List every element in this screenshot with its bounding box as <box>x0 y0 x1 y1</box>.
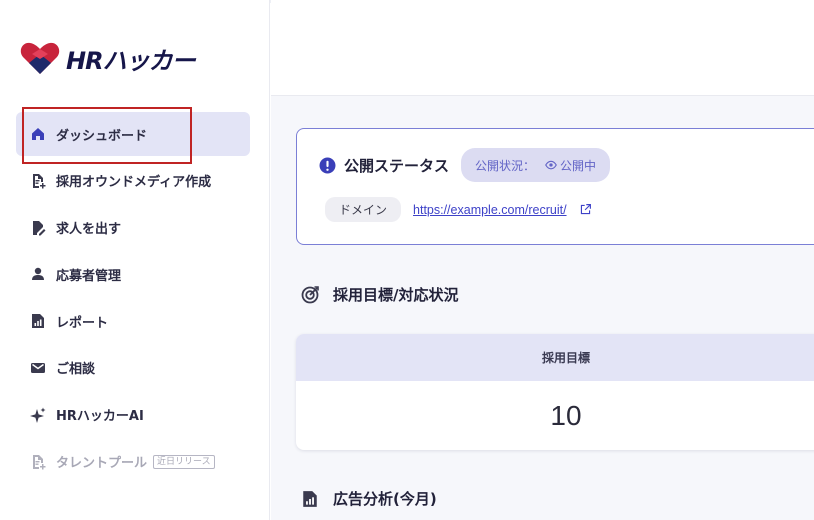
status-pill-value-group: 公開中 <box>545 157 596 174</box>
status-title-row: 公開ステータス 公開状況： 公開中 <box>319 148 611 182</box>
sidebar-item-label: 求人を出す <box>56 222 122 238</box>
publish-status-card: 公開ステータス 公開状況： 公開中 ドメイン https://example.c… <box>296 128 814 245</box>
sidebar-item-label: タレントプール <box>56 456 148 472</box>
sidebar-item-report[interactable]: レポート <box>16 299 250 343</box>
external-link-icon[interactable] <box>579 203 592 216</box>
hiring-goal-card: 採用目標 10 <box>296 334 814 450</box>
ads-section-title: 広告分析(今月) <box>301 488 437 509</box>
goal-header-text: 採用目標 <box>541 351 590 365</box>
highlight-annotation <box>22 107 192 164</box>
status-pill-value: 公開中 <box>560 158 597 173</box>
domain-label: ドメイン <box>325 197 402 222</box>
main-header <box>271 0 814 96</box>
eye-icon <box>545 159 557 171</box>
main-content: 公開ステータス 公開状況： 公開中 ドメイン https://example.c… <box>271 0 814 520</box>
goal-header: 採用目標 <box>296 334 814 381</box>
sidebar-item-label: 採用オウンドメディア作成 <box>56 175 212 191</box>
goal-value: 10 <box>296 381 814 450</box>
sidebar-item-talent-pool: タレントプール 近日リリース <box>16 440 250 484</box>
goals-title-text: 採用目標/対応状況 <box>333 286 459 304</box>
sidebar-item-consult[interactable]: ご相談 <box>16 346 250 390</box>
status-title: 公開ステータス <box>344 156 450 175</box>
report-chart-icon <box>30 313 46 329</box>
target-icon <box>301 285 319 303</box>
sidebar-item-applicants[interactable]: 応募者管理 <box>16 252 250 296</box>
logo[interactable]: HRハッカー <box>20 38 196 78</box>
sidebar-item-owned-media[interactable]: 採用オウンドメディア作成 <box>16 159 250 203</box>
goals-section-title: 採用目標/対応状況 <box>301 284 458 305</box>
person-icon <box>30 266 46 282</box>
alert-circle-icon <box>319 157 336 174</box>
status-pill-label: 公開状況： <box>475 158 536 173</box>
sidebar-item-ai[interactable]: HRハッカーAI <box>16 393 250 437</box>
domain-link[interactable]: https://example.com/recruit/ <box>413 203 567 217</box>
sidebar-item-post-job[interactable]: 求人を出す <box>16 206 250 250</box>
sidebar: HRハッカー ダッシュボード 採用オウンドメディア作成 求人を出す 応募者管理 <box>0 0 270 520</box>
mail-icon <box>30 360 46 376</box>
report-chart-icon <box>303 490 317 507</box>
document-edit-icon <box>30 220 46 236</box>
coming-soon-badge: 近日リリース <box>153 454 215 469</box>
heart-logo-icon <box>20 42 60 74</box>
document-add-icon <box>30 454 46 470</box>
sidebar-item-label: ご相談 <box>56 362 96 378</box>
sidebar-item-label: HRハッカーAI <box>56 409 144 425</box>
domain-row: ドメイン https://example.com/recruit/ <box>325 197 592 222</box>
sidebar-item-label: レポート <box>56 315 109 331</box>
logo-text: HRハッカー <box>66 46 196 75</box>
ads-title-text: 広告分析(今月) <box>333 490 437 508</box>
goal-value-text: 10 <box>550 399 582 431</box>
sparkle-icon <box>30 407 46 423</box>
document-add-icon <box>30 173 46 189</box>
sidebar-item-label: 応募者管理 <box>56 268 122 284</box>
sidebar-nav: ダッシュボード 採用オウンドメディア作成 求人を出す 応募者管理 レポート ご相… <box>16 112 250 486</box>
publish-status-badge: 公開状況： 公開中 <box>461 148 611 182</box>
